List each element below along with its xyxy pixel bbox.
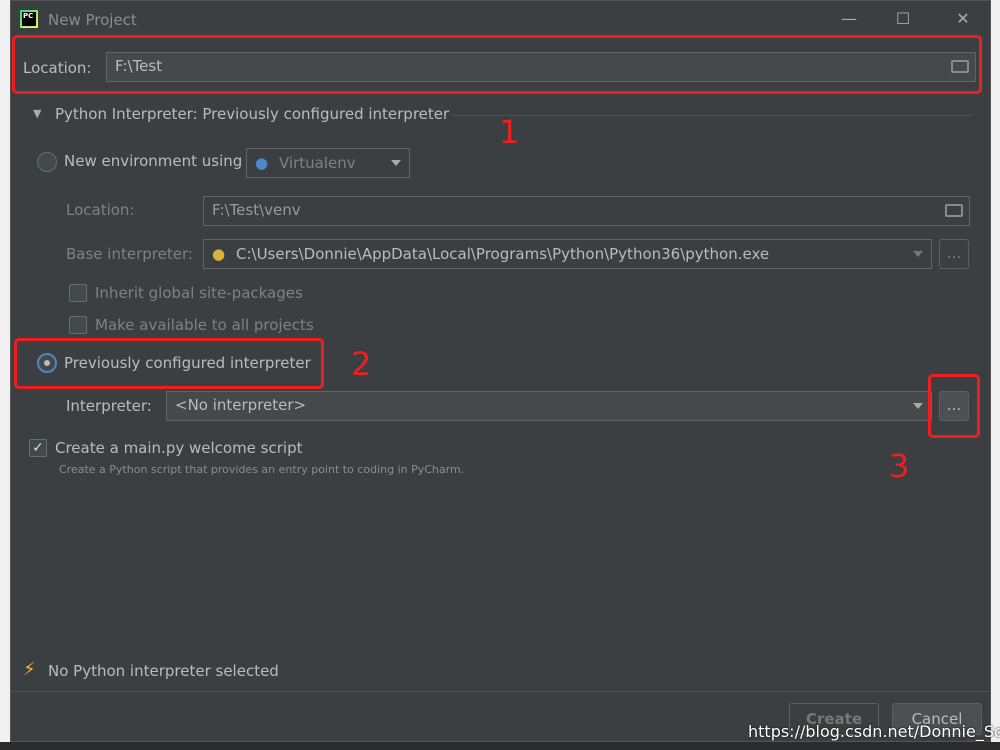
welcome-script-checkbox[interactable]: ✓ [29, 439, 47, 457]
env-tool-dropdown[interactable]: ● Virtualenv [246, 148, 410, 178]
new-environment-radio[interactable] [37, 152, 57, 172]
taskbar-strip [0, 742, 1000, 750]
env-tool-value: Virtualenv [279, 154, 356, 172]
watermark: https://blog.csdn.net/Donnie_Song [748, 722, 1000, 741]
python-icon: ● [255, 154, 269, 172]
new-environment-label: New environment using [64, 152, 243, 170]
inherit-label: Inherit global site-packages [95, 284, 303, 302]
chevron-down-icon [391, 160, 401, 166]
make-available-label: Make available to all projects [95, 316, 314, 334]
section-title: Python Interpreter: Previously configure… [55, 105, 450, 123]
env-location-label: Location: [66, 201, 135, 219]
highlight-box-1 [12, 35, 982, 94]
base-interpreter-dropdown[interactable]: ● C:\Users\Donnie\AppData\Local\Programs… [203, 239, 932, 269]
folder-icon[interactable] [945, 204, 963, 217]
welcome-script-label: Create a main.py welcome script [55, 439, 303, 457]
maximize-icon[interactable]: ☐ [893, 9, 913, 29]
chevron-down-icon [913, 403, 923, 409]
annotation-2: 2 [351, 345, 372, 383]
lightning-icon: ⚡ [23, 659, 36, 680]
base-interpreter-label: Base interpreter: [66, 245, 193, 263]
interpreter-value: <No interpreter> [175, 396, 307, 414]
annotation-3: 3 [889, 447, 910, 485]
window-title: New Project [48, 11, 137, 29]
pycharm-logo-icon: PC _ [20, 10, 38, 28]
base-interpreter-browse-button[interactable]: ... [939, 239, 969, 269]
collapse-triangle-icon[interactable]: ▼ [33, 107, 41, 120]
chevron-down-icon [913, 251, 923, 257]
section-divider [451, 115, 973, 116]
close-icon[interactable]: ✕ [953, 9, 973, 29]
highlight-box-2 [14, 338, 324, 389]
python-icon: ● [212, 245, 226, 263]
interpreter-label: Interpreter: [66, 397, 152, 415]
make-available-checkbox[interactable] [69, 316, 87, 334]
footer-divider [11, 691, 990, 692]
env-location-input[interactable]: F:\Test\venv [203, 196, 970, 226]
annotation-1: 1 [499, 113, 520, 151]
new-project-dialog: PC _ New Project — ☐ ✕ Location: F:\Test … [10, 0, 991, 742]
interpreter-dropdown[interactable]: <No interpreter> [166, 391, 932, 421]
inherit-checkbox[interactable] [69, 284, 87, 302]
title-bar: PC _ New Project — ☐ ✕ [11, 1, 990, 39]
status-message: No Python interpreter selected [48, 662, 279, 680]
base-interpreter-value: C:\Users\Donnie\AppData\Local\Programs\P… [236, 245, 770, 263]
highlight-box-3 [928, 374, 980, 438]
minimize-icon[interactable]: — [839, 9, 859, 29]
welcome-script-hint: Create a Python script that provides an … [59, 463, 465, 476]
env-location-value: F:\Test\venv [212, 201, 301, 219]
